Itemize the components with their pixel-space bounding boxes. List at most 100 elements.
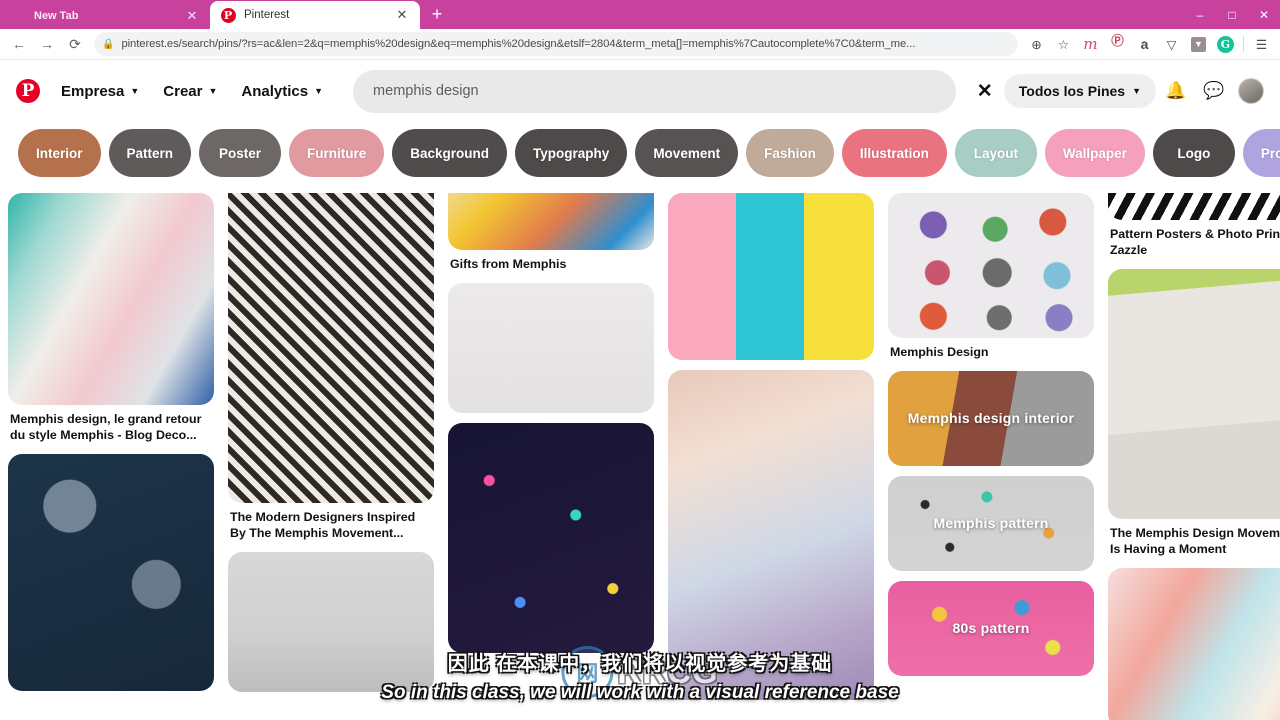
minimize-button[interactable]: –: [1184, 0, 1216, 29]
nav-empresa[interactable]: Empresa ▼: [49, 75, 151, 108]
pin-image[interactable]: Memphis pattern: [888, 475, 1094, 571]
pin-memphis-room[interactable]: [668, 370, 874, 700]
pin-overlay-label: Memphis pattern: [933, 515, 1049, 532]
pin-gifts-from-memphis[interactable]: Gifts from Memphis: [448, 193, 654, 273]
pin-image[interactable]: [228, 551, 434, 692]
filter-pill-pattern[interactable]: Pattern: [108, 129, 192, 177]
pinterest-logo-icon[interactable]: P: [16, 79, 40, 103]
filter-pill-label: Pattern: [126, 145, 174, 161]
pinterest-favicon: P: [220, 7, 236, 23]
pin-memphis-moment[interactable]: The Memphis Design Movement Is Having a …: [1108, 268, 1280, 558]
amazon-assistant-icon[interactable]: a: [1132, 32, 1157, 57]
pin-image[interactable]: [668, 370, 874, 700]
pin-image[interactable]: [668, 193, 874, 360]
address-bar[interactable]: 🔒 pinterest.es/search/pins/?rs=ac&len=2&…: [94, 32, 1018, 56]
forward-button[interactable]: →: [34, 31, 60, 57]
filter-pill-logo[interactable]: Logo: [1152, 129, 1235, 177]
pin-image[interactable]: [228, 193, 434, 503]
mega-extension-icon[interactable]: m: [1078, 32, 1103, 57]
pin-green-pencil[interactable]: [228, 551, 434, 692]
pin-image[interactable]: [8, 453, 214, 691]
chevron-down-icon: ▼: [1132, 86, 1141, 96]
pin-dark-icons[interactable]: [8, 453, 214, 691]
browser-tab-new-tab[interactable]: New Tab ✕: [0, 2, 210, 29]
maximize-button[interactable]: □: [1216, 0, 1248, 29]
pin-image[interactable]: [448, 193, 654, 250]
all-pins-dropdown[interactable]: Todos los Pines ▼: [1003, 74, 1156, 108]
pin-image[interactable]: [888, 193, 1094, 338]
tab-title: Pinterest: [244, 9, 290, 21]
close-window-button[interactable]: ✕: [1248, 0, 1280, 29]
avatar[interactable]: [1238, 78, 1264, 104]
filter-pill-furniture[interactable]: Furniture: [289, 129, 385, 177]
pin-column-1: The Modern Designers Inspired By The Mem…: [228, 193, 434, 702]
share-icon[interactable]: ⊕: [1024, 32, 1049, 57]
pin-memphis-pattern-video[interactable]: Memphis pattern: [888, 475, 1094, 571]
tab-close-icon[interactable]: ✕: [394, 7, 410, 23]
filter-pill-poster[interactable]: Poster: [199, 129, 282, 177]
filter-pill-fashion[interactable]: Fashion: [746, 129, 834, 177]
lock-icon: 🔒: [102, 38, 115, 50]
pin-pastel-patterns[interactable]: [668, 193, 874, 360]
pin-modern-designers[interactable]: The Modern Designers Inspired By The Mem…: [228, 193, 434, 542]
new-tab-button[interactable]: +: [424, 1, 450, 27]
filter-pill-background[interactable]: Background: [392, 129, 508, 177]
pdf-extension-icon[interactable]: ▼: [1186, 32, 1211, 57]
browser-tab-pinterest[interactable]: P Pinterest ✕: [210, 1, 420, 29]
header-actions: ✕ Todos los Pines ▼ 🔔 💬: [968, 73, 1264, 109]
pin-image[interactable]: [448, 422, 654, 653]
pin-memphis-design-objects[interactable]: Memphis Design: [888, 193, 1094, 361]
clear-search-button[interactable]: ✕: [968, 74, 1002, 108]
filter-pill-products[interactable]: Products: [1242, 129, 1280, 177]
filter-pill-movement[interactable]: Movement: [635, 129, 739, 177]
pin-image[interactable]: [1108, 567, 1280, 720]
reload-button[interactable]: ⟳: [62, 31, 88, 57]
pin-image[interactable]: [1108, 268, 1280, 519]
pinterest-save-icon[interactable]: Ⓟ: [1105, 27, 1130, 52]
window-controls: – □ ✕: [1184, 0, 1280, 29]
chevron-down-icon: ▼: [130, 86, 140, 96]
grammarly-icon[interactable]: G: [1213, 32, 1238, 57]
pin-image[interactable]: 80s pattern: [888, 580, 1094, 676]
notifications-bell-icon[interactable]: 🔔: [1158, 73, 1194, 109]
tab-title: New Tab: [34, 9, 79, 22]
back-button[interactable]: ←: [6, 31, 32, 57]
pin-glassware[interactable]: [448, 282, 654, 413]
pin-image[interactable]: [1108, 193, 1280, 220]
bookmark-star-icon[interactable]: ☆: [1051, 32, 1076, 57]
pin-image[interactable]: [8, 193, 214, 405]
pin-image[interactable]: [448, 282, 654, 413]
pin-caption: Gifts from Memphis: [450, 257, 567, 271]
nav-crear[interactable]: Crear ▼: [151, 75, 229, 108]
filter-pill-layout[interactable]: Layout: [954, 129, 1037, 177]
pin-dark-pattern[interactable]: [448, 422, 654, 653]
messages-icon[interactable]: 💬: [1196, 73, 1232, 109]
filter-pill-label: Layout: [973, 145, 1018, 161]
filter-pill-label: Furniture: [307, 145, 367, 161]
filter-pill-label: Interior: [36, 145, 83, 161]
pin-abstract-pastel[interactable]: [1108, 567, 1280, 720]
filter-pill-label: Products: [1260, 145, 1280, 161]
filter-pill-illustration[interactable]: Illustration: [841, 129, 947, 177]
search-input[interactable]: [373, 83, 936, 99]
pocket-icon[interactable]: ▽: [1159, 32, 1184, 57]
chevron-down-icon: ▼: [208, 86, 218, 96]
reading-list-icon[interactable]: ☰: [1249, 32, 1274, 57]
filter-pill-label: Logo: [1177, 145, 1211, 161]
nav-label: Analytics: [241, 82, 309, 100]
filter-pill-interior[interactable]: Interior: [18, 129, 101, 177]
tab-close-icon[interactable]: ✕: [184, 8, 200, 24]
filter-pill-label: Fashion: [764, 145, 816, 161]
pin-column-5: Pattern Posters & Photo Prints | Zazzle T…: [1108, 193, 1280, 720]
pin-image[interactable]: Memphis design interior: [888, 370, 1094, 466]
filter-pill-typography[interactable]: Typography: [515, 129, 628, 177]
filter-pill-wallpaper[interactable]: Wallpaper: [1044, 129, 1145, 177]
browser-toolbar: ← → ⟳ 🔒 pinterest.es/search/pins/?rs=ac&…: [0, 29, 1280, 60]
pin-caption: Memphis design, le grand retour du style…: [10, 412, 202, 442]
search-field-wrapper[interactable]: [353, 69, 956, 113]
nav-analytics[interactable]: Analytics ▼: [229, 75, 335, 108]
pin-memphis-interior[interactable]: Memphis design, le grand retour du style…: [8, 193, 214, 444]
pin-80s-pattern-video[interactable]: 80s pattern: [888, 580, 1094, 676]
pin-pattern-posters[interactable]: Pattern Posters & Photo Prints | Zazzle: [1108, 193, 1280, 259]
pin-memphis-design-interior-video[interactable]: Memphis design interior: [888, 370, 1094, 466]
